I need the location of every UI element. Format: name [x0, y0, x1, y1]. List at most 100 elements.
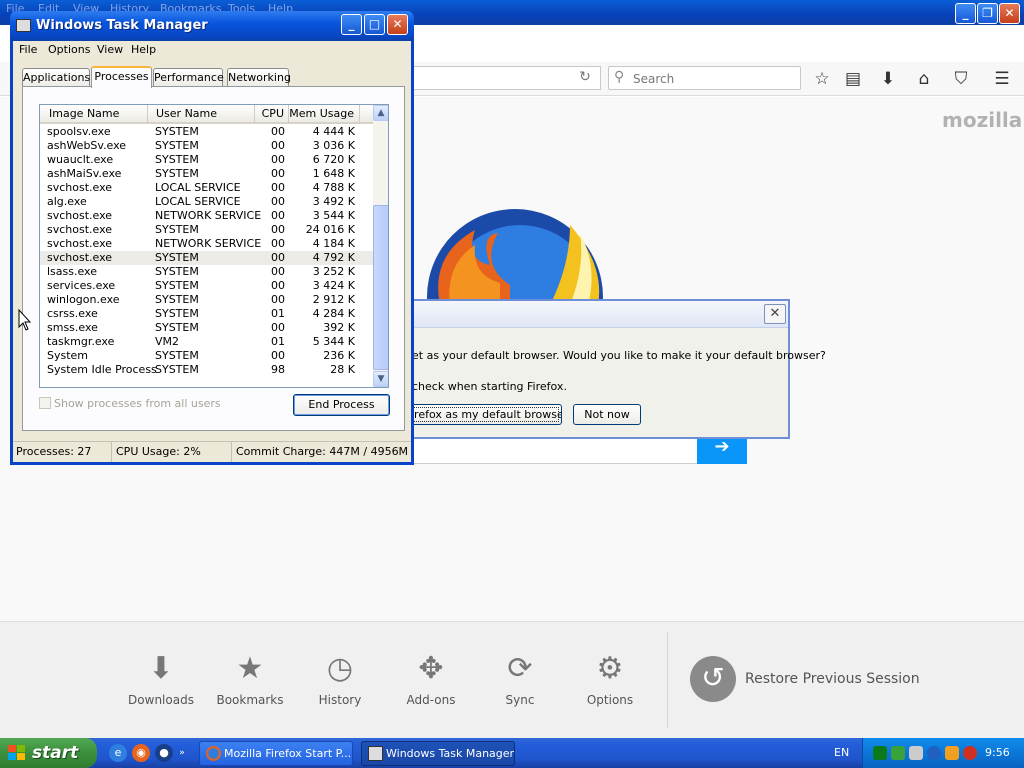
url-bar[interactable]	[405, 66, 601, 90]
search-bar[interactable]: ⚲ Search	[608, 66, 801, 90]
launcher-downloads[interactable]: ⬇ Downloads	[121, 652, 201, 708]
firefox-logo	[420, 205, 610, 305]
table-row[interactable]: svchost.exe SYSTEM 00 4 792 K	[40, 251, 373, 265]
tab-processes[interactable]: Processes	[91, 66, 152, 88]
launcher-addons[interactable]: ✥ Add-ons	[391, 652, 471, 708]
status-processes: Processes: 27	[13, 442, 112, 462]
home-icon[interactable]: ⌂	[912, 67, 936, 91]
display-icon[interactable]	[891, 746, 905, 760]
table-row[interactable]: taskmgr.exe VM2 01 5 344 K	[40, 335, 373, 349]
col-mem-usage[interactable]: Mem Usage	[289, 105, 360, 123]
table-row[interactable]: lsass.exe SYSTEM 00 3 252 K	[40, 265, 373, 279]
cell-mem-usage: 2 912 K	[312, 293, 355, 306]
table-row[interactable]: alg.exe LOCAL SERVICE 00 3 492 K	[40, 195, 373, 209]
window-title: Windows Task Manager	[36, 18, 208, 33]
app-quicklaunch-icon[interactable]: ●	[155, 744, 173, 762]
cell-image-name: svchost.exe	[47, 209, 113, 222]
scrollbar-thumb[interactable]	[373, 205, 388, 370]
table-row[interactable]: services.exe SYSTEM 00 3 424 K	[40, 279, 373, 293]
show-all-processes-checkbox[interactable]: Show processes from all users	[39, 397, 221, 410]
security-alert-icon[interactable]	[963, 746, 977, 760]
ff-restore-button[interactable]: ❐	[977, 3, 998, 24]
firefox-quicklaunch-icon[interactable]: ◉	[132, 744, 150, 762]
process-list[interactable]: Image Name User Name CPU Mem Usage spool…	[39, 104, 389, 388]
launcher-sync[interactable]: ⟳ Sync	[480, 652, 560, 708]
menu-options[interactable]: Options	[48, 43, 90, 56]
table-row[interactable]: csrss.exe SYSTEM 01 4 284 K	[40, 307, 373, 321]
checkbox-icon	[39, 397, 51, 409]
taskbar-firefox-button[interactable]: Mozilla Firefox Start P...	[199, 741, 353, 766]
downloads-icon[interactable]: ⬇	[876, 67, 900, 91]
dialog-check-label[interactable]: check when starting Firefox.	[412, 380, 567, 393]
col-cpu[interactable]: CPU	[255, 105, 289, 123]
reading-list-icon[interactable]: ▤	[841, 67, 865, 91]
start-button[interactable]: start	[0, 738, 97, 768]
info-icon[interactable]	[927, 746, 941, 760]
table-row[interactable]: svchost.exe NETWORK SERVICE 00 4 184 K	[40, 237, 373, 251]
network-monitor-icon[interactable]	[873, 746, 887, 760]
cell-mem-usage: 1 648 K	[312, 167, 355, 180]
table-row[interactable]: svchost.exe SYSTEM 00 24 016 K	[40, 223, 373, 237]
windows-logo-icon	[8, 745, 25, 760]
cell-cpu: 00	[271, 349, 285, 362]
cell-cpu: 00	[271, 125, 285, 138]
minimize-button[interactable]: _	[341, 14, 362, 35]
language-indicator[interactable]: EN	[834, 746, 849, 759]
table-row[interactable]: ashWebSv.exe SYSTEM 00 3 036 K	[40, 139, 373, 153]
cell-image-name: System	[47, 349, 89, 362]
set-default-browser-button[interactable]: irefox as my default browser	[410, 404, 562, 425]
table-row[interactable]: System SYSTEM 00 236 K	[40, 349, 373, 363]
process-list-scrollbar[interactable]: ▲ ▼	[373, 105, 388, 387]
quicklaunch-more-icon[interactable]: »	[176, 744, 188, 762]
mozilla-logo: mozilla	[942, 108, 1023, 132]
cell-mem-usage: 4 184 K	[312, 237, 355, 250]
pocket-icon[interactable]: ⛉	[949, 67, 973, 91]
restore-session-button[interactable]: Restore Previous Session	[745, 671, 920, 687]
launcher-history[interactable]: ◷ History	[300, 652, 380, 708]
table-row[interactable]: ashMaiSv.exe SYSTEM 00 1 648 K	[40, 167, 373, 181]
col-user-name[interactable]: User Name	[148, 105, 255, 123]
table-row[interactable]: smss.exe SYSTEM 00 392 K	[40, 321, 373, 335]
tab-applications[interactable]: Applications	[22, 68, 90, 87]
ff-close-button[interactable]: ✕	[999, 3, 1020, 24]
end-process-button[interactable]: End Process	[293, 394, 390, 416]
antivirus-icon[interactable]	[945, 746, 959, 760]
cell-mem-usage: 24 016 K	[305, 223, 355, 236]
reload-icon[interactable]: ↻	[576, 69, 594, 87]
hamburger-menu-icon[interactable]: ☰	[990, 67, 1014, 91]
restore-session-icon[interactable]: ↺	[690, 656, 736, 702]
task-manager-titlebar[interactable]: Windows Task Manager _ □ ✕	[10, 11, 414, 41]
network-icon[interactable]	[909, 746, 923, 760]
table-row[interactable]: svchost.exe NETWORK SERVICE 00 3 544 K	[40, 209, 373, 223]
star-icon: ★	[236, 651, 264, 686]
cell-image-name: svchost.exe	[47, 237, 113, 250]
tab-performance[interactable]: Performance	[153, 68, 224, 87]
ie-quicklaunch-icon[interactable]: e	[109, 744, 127, 762]
tab-networking[interactable]: Networking	[227, 68, 291, 87]
table-row[interactable]: System Idle Process SYSTEM 98 28 K	[40, 363, 373, 377]
bookmark-star-icon[interactable]: ☆	[810, 67, 834, 91]
launcher-bookmarks[interactable]: ★ Bookmarks	[210, 651, 290, 708]
table-row[interactable]: winlogon.exe SYSTEM 00 2 912 K	[40, 293, 373, 307]
close-button[interactable]: ✕	[387, 14, 408, 35]
table-row[interactable]: svchost.exe LOCAL SERVICE 00 4 788 K	[40, 181, 373, 195]
task-manager-window: Windows Task Manager _ □ ✕ File Options …	[10, 11, 414, 465]
clock[interactable]: 9:56	[985, 746, 1010, 759]
taskbar-taskmanager-button[interactable]: Windows Task Manager	[361, 741, 515, 766]
not-now-button[interactable]: Not now	[573, 404, 641, 425]
start-page-search-input[interactable]	[412, 436, 698, 464]
scroll-up-icon[interactable]: ▲	[373, 105, 388, 121]
maximize-button[interactable]: □	[364, 14, 385, 35]
dialog-close-button[interactable]: ✕	[764, 304, 786, 324]
table-row[interactable]: spoolsv.exe SYSTEM 00 4 444 K	[40, 125, 373, 139]
launcher-options[interactable]: ⚙ Options	[570, 652, 650, 708]
table-row[interactable]: wuauclt.exe SYSTEM 00 6 720 K	[40, 153, 373, 167]
start-label: start	[32, 743, 79, 763]
menu-help[interactable]: Help	[131, 43, 156, 56]
scroll-down-icon[interactable]: ▼	[373, 371, 388, 387]
menu-view[interactable]: View	[97, 43, 123, 56]
cell-image-name: spoolsv.exe	[47, 125, 111, 138]
ff-minimize-button[interactable]: _	[955, 3, 976, 24]
menu-file[interactable]: File	[19, 43, 37, 56]
col-image-name[interactable]: Image Name	[40, 105, 148, 123]
